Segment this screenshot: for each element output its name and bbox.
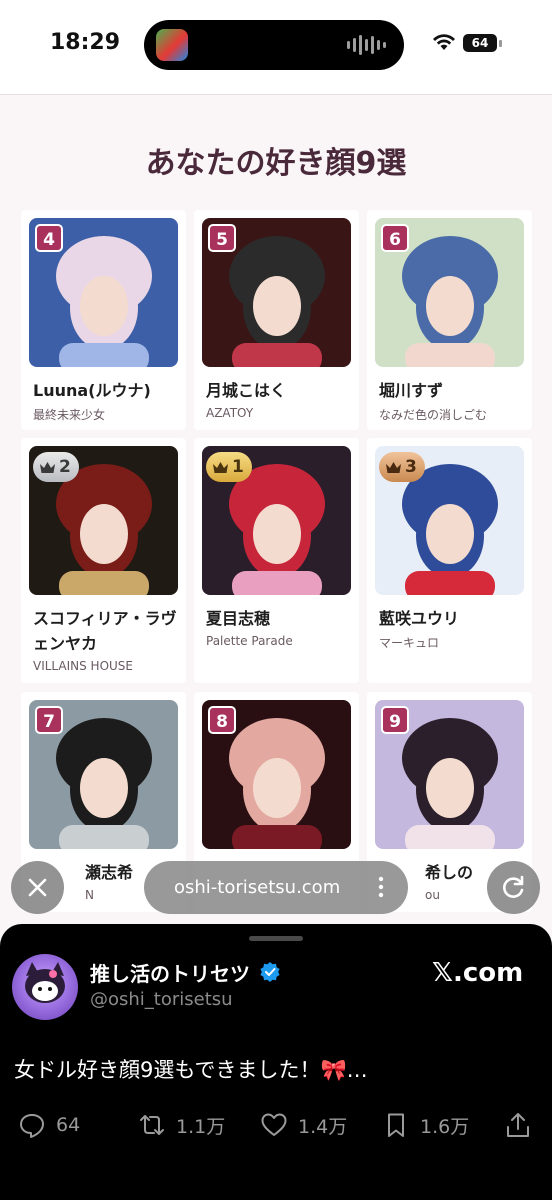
now-playing-app-icon bbox=[156, 29, 188, 61]
retweet-button[interactable]: 1.1万 bbox=[138, 1110, 225, 1140]
idol-card[interactable]: 1 夏目志穂 Palette Parade bbox=[194, 438, 359, 683]
url-text: oshi-torisetsu.com bbox=[174, 877, 341, 898]
reply-count: 64 bbox=[56, 1114, 81, 1136]
display-name[interactable]: 推し活のトリセツ bbox=[90, 958, 250, 987]
tweet-text[interactable]: 女ドル好き顔9選もできました！🎀… bbox=[14, 1054, 368, 1084]
rank-badge: 7 bbox=[35, 706, 63, 734]
rank-crown-badge: 2 bbox=[33, 452, 79, 482]
audio-waveform-icon bbox=[347, 34, 386, 56]
bookmark-button[interactable]: 1.6万 bbox=[382, 1110, 469, 1140]
battery-cap bbox=[499, 40, 502, 47]
close-icon bbox=[28, 878, 47, 897]
rank-badge: 5 bbox=[208, 224, 236, 252]
address-bar[interactable]: oshi-torisetsu.com bbox=[144, 861, 408, 914]
idol-card[interactable]: 2 スコフィリア・ラヴェンヤカ VILLAINS HOUSE bbox=[21, 438, 186, 683]
crown-icon bbox=[213, 462, 228, 473]
verified-badge-icon bbox=[260, 962, 280, 982]
idol-group: Palette Parade bbox=[206, 634, 293, 648]
more-vertical-icon[interactable] bbox=[378, 875, 384, 899]
idol-group: VILLAINS HOUSE bbox=[33, 659, 134, 673]
status-time: 18:29 bbox=[50, 30, 121, 55]
battery-indicator: 64 bbox=[463, 34, 497, 52]
source-link[interactable]: 𝕏.com bbox=[432, 958, 523, 988]
bookmark-count: 1.6万 bbox=[420, 1115, 470, 1138]
retweet-count: 1.1万 bbox=[176, 1115, 226, 1138]
rank-number: 3 bbox=[405, 457, 417, 477]
crown-icon bbox=[40, 462, 55, 473]
sheet-grabber[interactable] bbox=[249, 936, 303, 941]
idol-name: スコフィリア・ラヴェンヤカ bbox=[33, 609, 177, 653]
heart-icon bbox=[261, 1113, 287, 1136]
rank-badge: 6 bbox=[381, 224, 409, 252]
retweet-icon bbox=[140, 1115, 164, 1135]
like-count: 1.4万 bbox=[298, 1115, 348, 1138]
idol-name: 月城こはく bbox=[206, 381, 287, 400]
idol-name: 堀川すず bbox=[379, 381, 444, 400]
idol-name: 夏目志穂 bbox=[206, 609, 271, 628]
status-bar: 18:29 64 bbox=[0, 0, 552, 95]
share-icon bbox=[507, 1113, 529, 1137]
page-title: あなたの好き顔9選 bbox=[145, 146, 407, 181]
idol-group: 最終未来少女 bbox=[33, 408, 106, 422]
tweet-actions: 64 1.1万 1.4万 1.6万 bbox=[0, 1110, 552, 1140]
reload-icon bbox=[503, 875, 524, 898]
idol-card[interactable]: 3 藍咲ユウリ マーキュロ bbox=[367, 438, 532, 683]
idol-name: Luuna(ルウナ) bbox=[33, 381, 151, 400]
rank-badge: 9 bbox=[381, 706, 409, 734]
reload-button[interactable] bbox=[487, 861, 540, 914]
idol-card[interactable]: 4 Luuna(ルウナ) 最終未来少女 bbox=[21, 210, 186, 430]
idol-name: 藍咲ユウリ bbox=[379, 609, 460, 628]
share-button[interactable] bbox=[504, 1110, 532, 1140]
like-button[interactable]: 1.4万 bbox=[260, 1110, 347, 1140]
rank-number: 2 bbox=[59, 457, 71, 477]
bookmark-icon bbox=[388, 1113, 404, 1137]
rank-badge: 4 bbox=[35, 224, 63, 252]
reply-button[interactable]: 64 bbox=[18, 1110, 80, 1140]
wifi-icon bbox=[433, 34, 455, 50]
rank-badge: 8 bbox=[208, 706, 236, 734]
close-browser-button[interactable] bbox=[11, 861, 64, 914]
rank-number: 1 bbox=[232, 457, 244, 477]
tweet-sheet: 推し活のトリセツ @oshi_torisetsu 𝕏.com 女ドル好き顔9選も… bbox=[0, 924, 552, 1200]
rank-crown-badge: 3 bbox=[379, 452, 425, 482]
idol-card[interactable]: 6 堀川すず なみだ色の消しごむ bbox=[367, 210, 532, 430]
idol-group: マーキュロ bbox=[379, 636, 440, 650]
reply-icon bbox=[20, 1114, 44, 1138]
avatar[interactable] bbox=[12, 954, 78, 1020]
dynamic-island[interactable] bbox=[144, 20, 404, 70]
idol-group: AZATOY bbox=[206, 406, 254, 420]
rank-crown-badge: 1 bbox=[206, 452, 252, 482]
idol-card[interactable]: 5 月城こはく AZATOY bbox=[194, 210, 359, 430]
username[interactable]: @oshi_torisetsu bbox=[90, 989, 233, 1010]
idol-group: なみだ色の消しごむ bbox=[379, 408, 488, 422]
crown-icon bbox=[386, 462, 401, 473]
